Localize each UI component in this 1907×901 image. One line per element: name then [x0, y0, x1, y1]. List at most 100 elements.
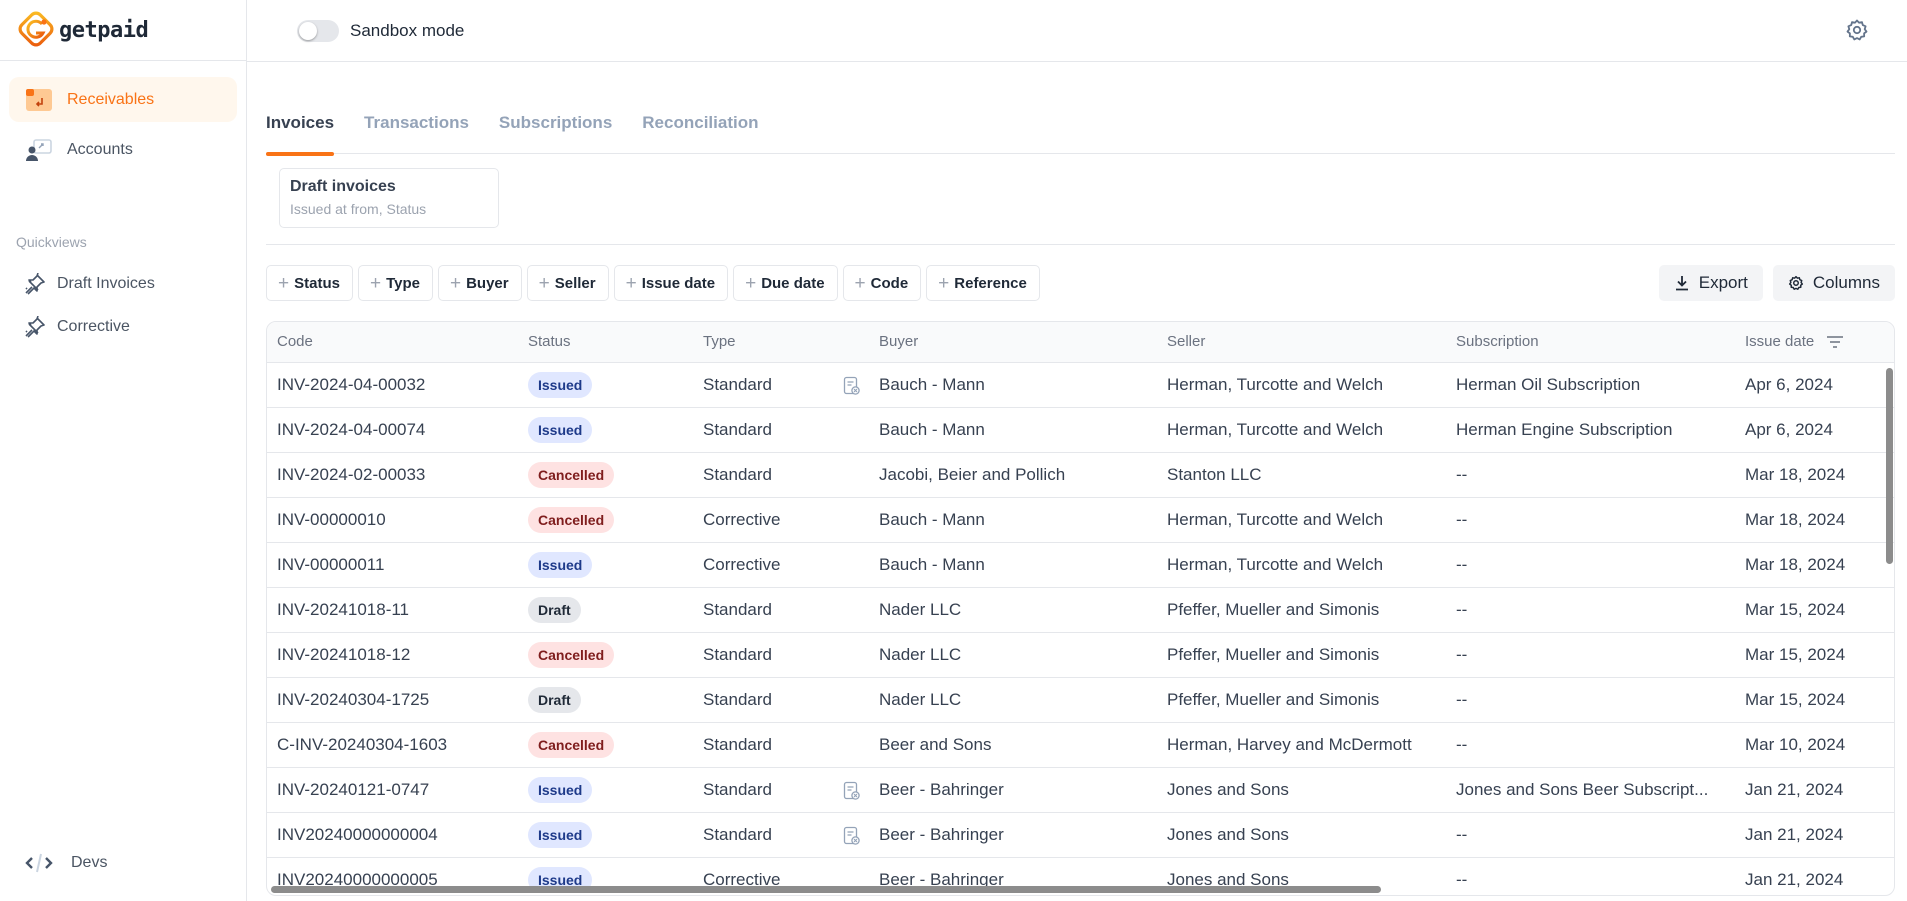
cell-issue-date: Mar 15, 2024: [1735, 587, 1894, 633]
table-row[interactable]: INV-2024-02-00033 Cancelled Standard Jacobi…: [267, 452, 1894, 498]
table-row[interactable]: INV20240000000004 Issued Standard Beer - Ba…: [267, 812, 1894, 858]
download-icon: [1675, 276, 1688, 291]
table-row[interactable]: INV-00000011 Issued Corrective Bauch - Mann…: [267, 542, 1894, 588]
column-header-type[interactable]: Type: [693, 322, 869, 363]
table-row[interactable]: C-INV-20240304-1603 Cancelled Standard Beer…: [267, 722, 1894, 768]
filter-label: Type: [386, 274, 420, 292]
quickview-item-corrective[interactable]: Corrective: [0, 305, 246, 348]
table-row[interactable]: INV-2024-04-00074 Issued Standard Bauch - M…: [267, 407, 1894, 453]
filter-buyer-button[interactable]: + Buyer: [437, 265, 522, 301]
sandbox-toggle[interactable]: [297, 19, 339, 42]
type-text: Standard: [703, 464, 772, 484]
column-header-subscription[interactable]: Subscription: [1446, 322, 1735, 363]
status-badge: Cancelled: [528, 731, 615, 758]
filter-lines-icon[interactable]: [1826, 335, 1844, 349]
plus-icon: +: [938, 272, 950, 294]
quickviews-heading: Quickviews: [16, 234, 87, 250]
cell-subscription: --: [1446, 497, 1735, 543]
sidebar-item-accounts[interactable]: Accounts: [9, 127, 237, 172]
logo[interactable]: getpaid: [0, 0, 246, 61]
cell-buyer: Bauch - Mann: [869, 542, 1157, 588]
filter-type-button[interactable]: + Type: [357, 265, 433, 301]
column-header-seller[interactable]: Seller: [1157, 322, 1446, 363]
cell-subscription: --: [1446, 857, 1735, 895]
type-text: Corrective: [703, 554, 781, 574]
brand-name: getpaid: [59, 17, 149, 43]
sidebar-item-label: Receivables: [67, 90, 155, 108]
horizontal-scrollbar[interactable]: [271, 886, 1381, 893]
cell-code: INV20240000000004: [267, 812, 518, 858]
table-row[interactable]: INV-00000010 Cancelled Corrective Bauch - M…: [267, 497, 1894, 543]
columns-button[interactable]: Columns: [1772, 265, 1895, 301]
document-cancel-icon: [843, 781, 861, 801]
filter-status-button[interactable]: + Status: [266, 265, 353, 301]
tab-invoices[interactable]: Invoices: [266, 110, 335, 156]
cell-status: Issued: [518, 362, 693, 408]
cell-type: Corrective: [693, 497, 869, 543]
cell-issue-date: Jan 21, 2024: [1735, 812, 1894, 858]
gear-icon[interactable]: [1845, 18, 1869, 42]
filter-due-date-button[interactable]: + Due date: [733, 265, 838, 301]
cell-type: Standard: [693, 812, 869, 858]
divider: [266, 244, 1895, 245]
tab-transactions[interactable]: Transactions: [364, 110, 469, 154]
cell-type: Standard: [693, 407, 869, 453]
tabs: Invoices Transactions Subscriptions Reco…: [266, 110, 1895, 156]
type-text: Standard: [703, 599, 772, 619]
cell-issue-date: Apr 6, 2024: [1735, 362, 1894, 408]
tab-reconciliation[interactable]: Reconciliation: [642, 110, 758, 154]
filter-code-button[interactable]: + Code: [842, 265, 922, 301]
cell-code: INV-00000011: [267, 542, 518, 588]
cell-status: Issued: [518, 542, 693, 588]
cell-subscription: --: [1446, 812, 1735, 858]
plus-icon: +: [449, 272, 462, 294]
plus-icon: +: [369, 272, 382, 294]
quickview-card-title: Draft invoices: [290, 178, 396, 195]
export-button[interactable]: Export: [1658, 265, 1763, 301]
filter-reference-button[interactable]: + Reference: [926, 265, 1040, 301]
column-header-issue-date[interactable]: Issue date: [1735, 322, 1894, 363]
plus-icon: +: [745, 272, 757, 294]
cell-type: Corrective: [693, 542, 869, 588]
column-header-code[interactable]: Code: [267, 322, 518, 363]
cell-type: Standard: [693, 767, 869, 813]
sidebar-item-receivables[interactable]: Receivables: [9, 77, 237, 122]
cell-seller: Stanton LLC: [1157, 452, 1446, 498]
cell-status: Draft: [518, 587, 693, 633]
table-row[interactable]: INV-2024-04-00032 Issued Standard Bauch - M…: [267, 362, 1894, 408]
table-row[interactable]: INV-20240121-0747 Issued Standard Beer - Ba…: [267, 767, 1894, 813]
status-badge: Draft: [528, 686, 581, 713]
cell-buyer: Beer - Bahringer: [869, 812, 1157, 858]
column-header-status[interactable]: Status: [518, 322, 693, 363]
filter-seller-button[interactable]: + Seller: [526, 265, 609, 301]
status-badge: Cancelled: [528, 641, 615, 668]
cell-issue-date: Apr 6, 2024: [1735, 407, 1894, 453]
export-label: Export: [1698, 273, 1748, 292]
status-badge: Issued: [528, 371, 593, 398]
columns-label: Columns: [1812, 273, 1880, 292]
cell-type: Standard: [693, 362, 869, 408]
vertical-scrollbar[interactable]: [1886, 368, 1893, 564]
table-row[interactable]: INV-20241018-12 Cancelled Standard Nader LL…: [267, 632, 1894, 678]
table-row[interactable]: INV-20241018-11 Draft Standard Nader LLC Pfe…: [267, 587, 1894, 633]
cell-issue-date: Mar 18, 2024: [1735, 452, 1894, 498]
quickview-card-draft-invoices[interactable]: Draft invoices Issued at from, Status: [279, 168, 499, 228]
sidebar-item-devs[interactable]: Devs: [24, 852, 107, 874]
quickview-item-draft-invoices[interactable]: Draft Invoices: [0, 262, 246, 305]
cell-issue-date: Mar 15, 2024: [1735, 677, 1894, 723]
cell-subscription: --: [1446, 722, 1735, 768]
accounts-icon: [25, 138, 53, 162]
status-badge: Issued: [528, 551, 593, 578]
cell-buyer: Bauch - Mann: [869, 407, 1157, 453]
quickview-label: Draft Invoices: [57, 274, 155, 292]
status-badge: Issued: [528, 776, 593, 803]
type-text: Corrective: [703, 509, 781, 529]
cell-subscription: Herman Engine Subscription: [1446, 407, 1735, 453]
cell-buyer: Nader LLC: [869, 632, 1157, 678]
table-row[interactable]: INV-20240304-1725 Draft Standard Nader LLC P…: [267, 677, 1894, 723]
cell-buyer: Bauch - Mann: [869, 362, 1157, 408]
column-header-buyer[interactable]: Buyer: [869, 322, 1157, 363]
cell-status: Issued: [518, 407, 693, 453]
filter-issue-date-button[interactable]: + Issue date: [613, 265, 729, 301]
tab-subscriptions[interactable]: Subscriptions: [499, 110, 612, 154]
